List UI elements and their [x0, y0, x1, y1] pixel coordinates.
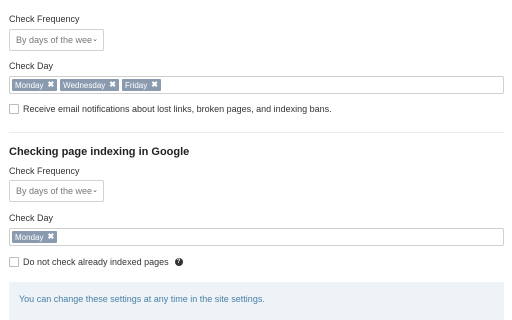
- skip-indexed-label[interactable]: Do not check already indexed pages: [23, 257, 169, 267]
- help-icon[interactable]: ?: [174, 258, 183, 266]
- chevron-down-icon: ⌄: [92, 187, 98, 194]
- day-tag-monday: Monday ✖: [12, 231, 58, 243]
- day-tag-friday: Friday ✖: [121, 79, 161, 91]
- google-indexing-heading: Checking page indexing in Google: [9, 146, 190, 158]
- check-frequency-label: Check Frequency: [9, 166, 80, 176]
- skip-indexed-row: Do not check already indexed pages ?: [9, 257, 183, 267]
- settings-info-box: You can change these settings at any tim…: [9, 282, 504, 320]
- skip-indexed-checkbox[interactable]: [9, 257, 19, 267]
- day-tag-label: Monday: [15, 232, 44, 242]
- section-divider: [9, 132, 504, 133]
- check-frequency-label: Check Frequency: [9, 14, 80, 24]
- check-frequency-select[interactable]: By days of the wee ⌄: [9, 29, 104, 51]
- day-tag-wednesday: Wednesday ✖: [60, 79, 119, 91]
- remove-tag-icon[interactable]: ✖: [151, 79, 158, 91]
- remove-tag-icon[interactable]: ✖: [47, 231, 54, 243]
- day-tag-label: Monday: [15, 80, 44, 90]
- remove-tag-icon[interactable]: ✖: [109, 79, 116, 91]
- chevron-down-icon: ⌄: [92, 36, 98, 43]
- email-notifications-row: Receive email notifications about lost l…: [9, 104, 332, 114]
- check-day-tag-input[interactable]: Monday ✖ Wednesday ✖ Friday ✖: [9, 76, 504, 94]
- day-tag-monday: Monday ✖: [12, 79, 58, 91]
- indexing-frequency-select[interactable]: By days of the wee ⌄: [9, 180, 104, 202]
- indexing-frequency-value: By days of the wee: [16, 186, 93, 196]
- settings-info-text: You can change these settings at any tim…: [19, 294, 265, 304]
- day-tag-label: Friday: [124, 80, 148, 90]
- email-notifications-label[interactable]: Receive email notifications about lost l…: [23, 104, 332, 114]
- check-day-label: Check Day: [9, 213, 54, 223]
- indexing-day-tag-input[interactable]: Monday ✖: [9, 228, 504, 246]
- check-day-label: Check Day: [9, 61, 54, 71]
- email-notifications-checkbox[interactable]: [9, 104, 19, 114]
- remove-tag-icon[interactable]: ✖: [47, 79, 54, 91]
- day-tag-label: Wednesday: [63, 80, 106, 90]
- check-frequency-value: By days of the wee: [16, 35, 93, 45]
